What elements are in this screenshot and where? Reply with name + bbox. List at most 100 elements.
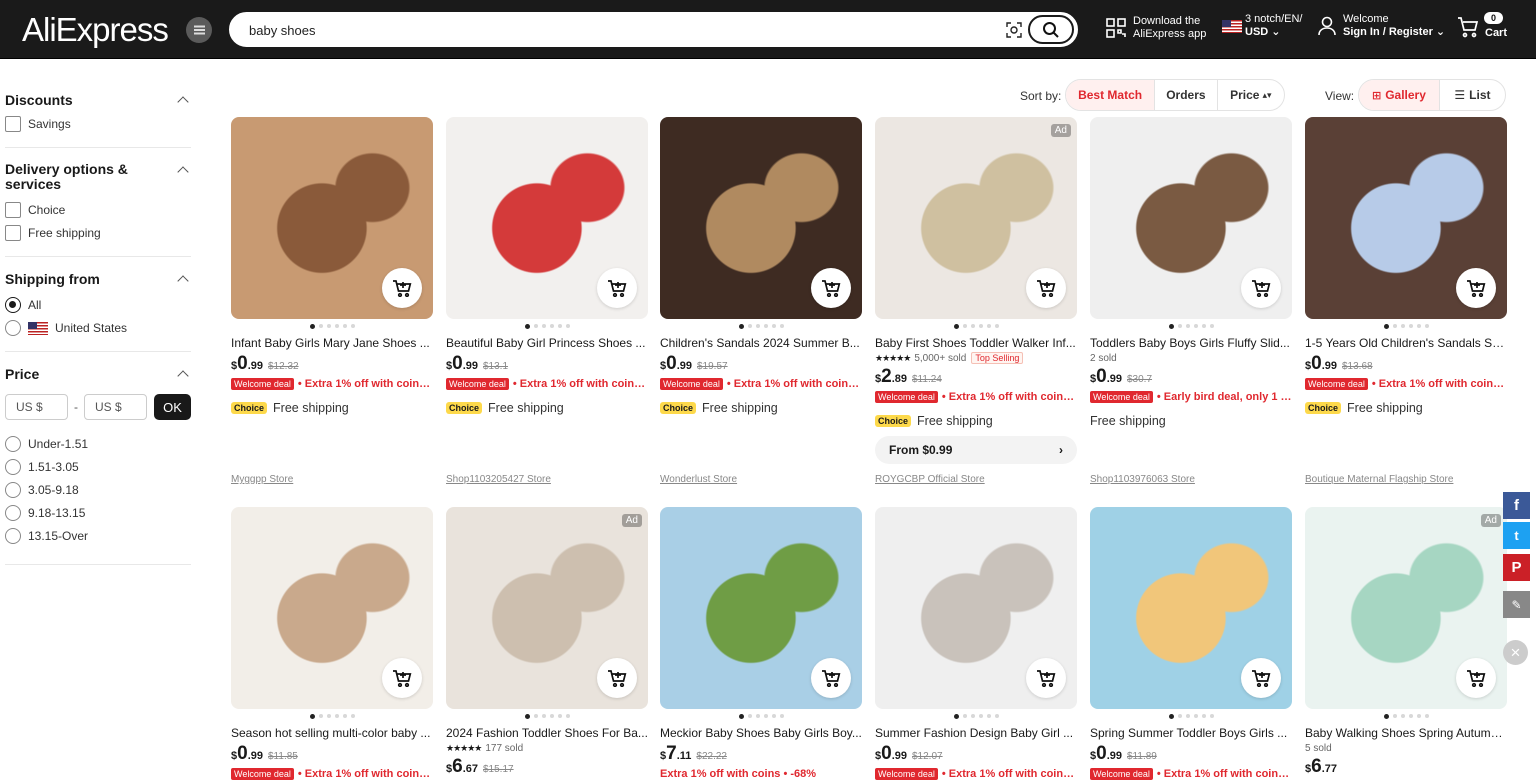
carousel-dot[interactable] xyxy=(350,714,355,718)
product-image[interactable] xyxy=(660,117,862,319)
product-image[interactable] xyxy=(446,117,648,319)
view-list[interactable]: ☰ List xyxy=(1440,80,1505,110)
close-icon[interactable]: × xyxy=(1503,640,1528,665)
product-title[interactable]: Infant Baby Girls Mary Jane Shoes ... xyxy=(231,335,433,351)
carousel-dot[interactable] xyxy=(763,714,768,718)
download-app-link[interactable]: Download the AliExpress app xyxy=(1106,15,1206,41)
carousel-dot[interactable] xyxy=(978,324,983,328)
product-image[interactable]: Ad xyxy=(875,117,1077,319)
carousel-dot[interactable] xyxy=(779,714,784,718)
max-price-input[interactable]: US $ xyxy=(84,394,147,420)
twitter-share-icon[interactable]: t xyxy=(1503,522,1530,549)
carousel-dot[interactable] xyxy=(557,324,562,328)
carousel-dot[interactable] xyxy=(1193,324,1198,328)
radio[interactable] xyxy=(5,436,21,452)
carousel-dot[interactable] xyxy=(1168,713,1174,719)
product-title[interactable]: Children's Sandals 2024 Summer B... xyxy=(660,335,862,351)
carousel-dot[interactable] xyxy=(755,324,760,328)
carousel-dot[interactable] xyxy=(953,323,959,329)
add-to-cart-button[interactable] xyxy=(1026,658,1066,698)
carousel-dot[interactable] xyxy=(1400,714,1405,718)
product-title[interactable]: 1-5 Years Old Children's Sandals Su... xyxy=(1305,335,1507,351)
product-image[interactable] xyxy=(660,507,862,709)
product-image[interactable] xyxy=(1305,117,1507,319)
price-range-option[interactable]: 3.05-9.18 xyxy=(5,482,191,498)
carousel-dot[interactable] xyxy=(1383,323,1389,329)
cart-link[interactable]: 0 Cart xyxy=(1457,12,1507,40)
carousel-dot[interactable] xyxy=(342,714,347,718)
carousel-dot[interactable] xyxy=(1209,324,1214,328)
price-range-option[interactable]: 1.51-3.05 xyxy=(5,459,191,475)
product-card[interactable]: Meckior Baby Shoes Baby Girls Boy... $ 7… xyxy=(660,507,862,781)
aliexpress-logo[interactable]: AliExpress xyxy=(22,11,169,49)
price-range-option[interactable]: Under-1.51 xyxy=(5,436,191,452)
product-card[interactable]: Ad Baby First Shoes Toddler Walker Inf...… xyxy=(875,117,1077,464)
sort-orders[interactable]: Orders xyxy=(1155,80,1218,110)
carousel-dot[interactable] xyxy=(549,324,554,328)
carousel-dot[interactable] xyxy=(1168,323,1174,329)
carousel-dot[interactable] xyxy=(1185,324,1190,328)
add-to-cart-button[interactable] xyxy=(597,268,637,308)
product-image[interactable] xyxy=(1090,507,1292,709)
checkbox[interactable] xyxy=(5,116,21,132)
edit-icon[interactable]: ✎ xyxy=(1503,591,1530,618)
carousel-dot[interactable] xyxy=(565,714,570,718)
carousel-dot[interactable] xyxy=(994,714,999,718)
carousel-dot[interactable] xyxy=(962,714,967,718)
store-link[interactable]: Shop1103976063 Store xyxy=(1090,474,1195,485)
product-image[interactable]: Ad xyxy=(1305,507,1507,709)
radio[interactable] xyxy=(5,320,21,336)
checkbox[interactable] xyxy=(5,202,21,218)
add-to-cart-button[interactable] xyxy=(597,658,637,698)
product-card[interactable]: Ad 2024 Fashion Toddler Shoes For Ba... ★★… xyxy=(446,507,648,778)
carousel-dot[interactable] xyxy=(309,713,315,719)
product-title[interactable]: Beautiful Baby Girl Princess Shoes ... xyxy=(446,335,648,351)
product-card[interactable]: Children's Sandals 2024 Summer B... $ 0 … xyxy=(660,117,862,416)
carousel-dot[interactable] xyxy=(978,714,983,718)
product-card[interactable]: Beautiful Baby Girl Princess Shoes ... $… xyxy=(446,117,648,416)
image-search-icon[interactable] xyxy=(1006,22,1022,38)
filter-option-free-shipping[interactable]: Free shipping xyxy=(5,225,191,241)
carousel-dot[interactable] xyxy=(1408,714,1413,718)
carousel-dot[interactable] xyxy=(738,323,744,329)
min-price-input[interactable]: US $ xyxy=(5,394,68,420)
carousel-dot[interactable] xyxy=(970,324,975,328)
product-title[interactable]: Summer Fashion Design Baby Girl ... xyxy=(875,725,1077,741)
carousel-dot[interactable] xyxy=(533,324,538,328)
carousel-dot[interactable] xyxy=(763,324,768,328)
filter-option-all[interactable]: All xyxy=(5,297,191,313)
shipping-from-header[interactable]: Shipping from xyxy=(5,271,191,287)
carousel-dot[interactable] xyxy=(1201,324,1206,328)
product-image[interactable] xyxy=(231,507,433,709)
price-range-option[interactable]: 9.18-13.15 xyxy=(5,505,191,521)
product-card[interactable]: Ad Baby Walking Shoes Spring Autumn... 5 s… xyxy=(1305,507,1507,778)
carousel-dot[interactable] xyxy=(1209,714,1214,718)
add-to-cart-button[interactable] xyxy=(1241,268,1281,308)
view-gallery[interactable]: ⊞ Gallery xyxy=(1359,80,1440,110)
carousel-dot[interactable] xyxy=(962,324,967,328)
carousel-dot[interactable] xyxy=(318,324,323,328)
carousel-dot[interactable] xyxy=(541,324,546,328)
carousel-dot[interactable] xyxy=(326,324,331,328)
product-image[interactable] xyxy=(231,117,433,319)
product-title[interactable]: 2024 Fashion Toddler Shoes For Ba... xyxy=(446,725,648,741)
product-card[interactable]: 1-5 Years Old Children's Sandals Su... $… xyxy=(1305,117,1507,416)
add-to-cart-button[interactable] xyxy=(382,658,422,698)
add-to-cart-button[interactable] xyxy=(382,268,422,308)
carousel-dot[interactable] xyxy=(1185,714,1190,718)
carousel-dot[interactable] xyxy=(1193,714,1198,718)
carousel-dot[interactable] xyxy=(318,714,323,718)
radio[interactable] xyxy=(5,459,21,475)
carousel-dot[interactable] xyxy=(986,324,991,328)
carousel-dot[interactable] xyxy=(747,324,752,328)
add-to-cart-button[interactable] xyxy=(1241,658,1281,698)
carousel-dot[interactable] xyxy=(779,324,784,328)
carousel-dot[interactable] xyxy=(1177,714,1182,718)
carousel-dot[interactable] xyxy=(970,714,975,718)
category-menu-button[interactable] xyxy=(186,17,212,43)
search-input[interactable] xyxy=(249,20,989,40)
carousel-dot[interactable] xyxy=(1177,324,1182,328)
product-title[interactable]: Season hot selling multi-color baby ... xyxy=(231,725,433,741)
sign-in-register-link[interactable]: Sign In / Register xyxy=(1343,26,1433,38)
filter-option-united-states[interactable]: United States xyxy=(5,320,191,336)
